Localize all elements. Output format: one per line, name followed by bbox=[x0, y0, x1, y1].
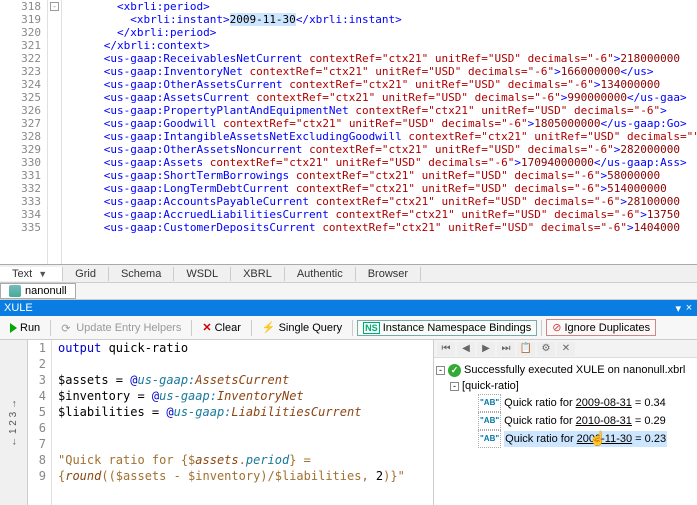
tab-authentic[interactable]: Authentic bbox=[285, 267, 356, 281]
ns-icon: NS bbox=[363, 322, 380, 334]
xule-line-gutter: 123456789 bbox=[28, 340, 52, 505]
namespace-bindings-button[interactable]: NSInstance Namespace Bindings bbox=[357, 320, 537, 336]
ignore-duplicates-button[interactable]: ⊘Ignore Duplicates bbox=[546, 319, 656, 336]
editor-view-tabs: Text ▼ Grid Schema WSDL XBRL Authentic B… bbox=[0, 264, 697, 282]
lightning-icon: ⚡ bbox=[262, 321, 276, 334]
tab-browser[interactable]: Browser bbox=[356, 267, 421, 281]
nav-first-icon[interactable]: ⏮ bbox=[437, 342, 455, 356]
xule-code-area[interactable]: output quick-ratio $assets = @us-gaap:As… bbox=[52, 340, 433, 505]
close-icon[interactable]: × bbox=[681, 302, 697, 314]
file-tab-nanonull[interactable]: nanonull bbox=[0, 283, 76, 299]
tab-text[interactable]: Text ▼ bbox=[0, 267, 63, 281]
run-button[interactable]: Run bbox=[4, 320, 46, 336]
tab-schema[interactable]: Schema bbox=[109, 267, 174, 281]
single-query-button[interactable]: ⚡Single Query bbox=[256, 319, 348, 336]
play-icon bbox=[10, 323, 17, 333]
copy-icon[interactable]: 📋 bbox=[517, 342, 535, 356]
refresh-icon: ⟳ bbox=[61, 322, 73, 334]
x-icon: ✕ bbox=[202, 321, 211, 334]
code-area[interactable]: <xbrli:period> <xbrli:instant>2009-11-30… bbox=[62, 0, 697, 264]
results-toolbar: ⏮ ◀ ▶ ⏭ 📋 ⚙ ✕ bbox=[434, 340, 697, 358]
file-icon bbox=[9, 285, 21, 297]
xule-code-editor[interactable]: 123456789 output quick-ratio $assets = @… bbox=[28, 340, 434, 505]
tab-grid[interactable]: Grid bbox=[63, 267, 109, 281]
update-entry-helpers-button[interactable]: ⟳Update Entry Helpers bbox=[55, 320, 187, 336]
xule-title: XULE bbox=[4, 302, 675, 314]
filter-icon[interactable]: ⚙ bbox=[537, 342, 555, 356]
side-strip[interactable]: ← 1 2 3 → bbox=[0, 340, 28, 505]
chevron-down-icon[interactable]: ▼ bbox=[35, 269, 50, 279]
cursor-hand-icon: ☝ bbox=[589, 430, 606, 446]
fold-column[interactable]: - bbox=[48, 0, 62, 264]
xule-panel-header: XULE ▾ × bbox=[0, 300, 697, 316]
tab-xbrl[interactable]: XBRL bbox=[231, 267, 285, 281]
clear-results-icon[interactable]: ✕ bbox=[557, 342, 575, 356]
main-xml-editor[interactable]: 3183193203213223233243253263273283293303… bbox=[0, 0, 697, 264]
nav-next-icon[interactable]: ▶ bbox=[477, 342, 495, 356]
cancel-icon: ⊘ bbox=[552, 321, 561, 334]
nav-prev-icon[interactable]: ◀ bbox=[457, 342, 475, 356]
results-tree[interactable]: - ✓ Successfully executed XULE on nanonu… bbox=[434, 358, 697, 505]
nav-last-icon[interactable]: ⏭ bbox=[497, 342, 515, 356]
line-gutter: 3183193203213223233243253263273283293303… bbox=[0, 0, 48, 264]
xule-toolbar: Run ⟳Update Entry Helpers ✕Clear ⚡Single… bbox=[0, 316, 697, 340]
file-tabs: nanonull bbox=[0, 282, 697, 300]
tab-wsdl[interactable]: WSDL bbox=[174, 267, 231, 281]
xule-results-pane: ⏮ ◀ ▶ ⏭ 📋 ⚙ ✕ - ✓ Successfully executed … bbox=[434, 340, 697, 505]
clear-button[interactable]: ✕Clear bbox=[196, 319, 247, 336]
